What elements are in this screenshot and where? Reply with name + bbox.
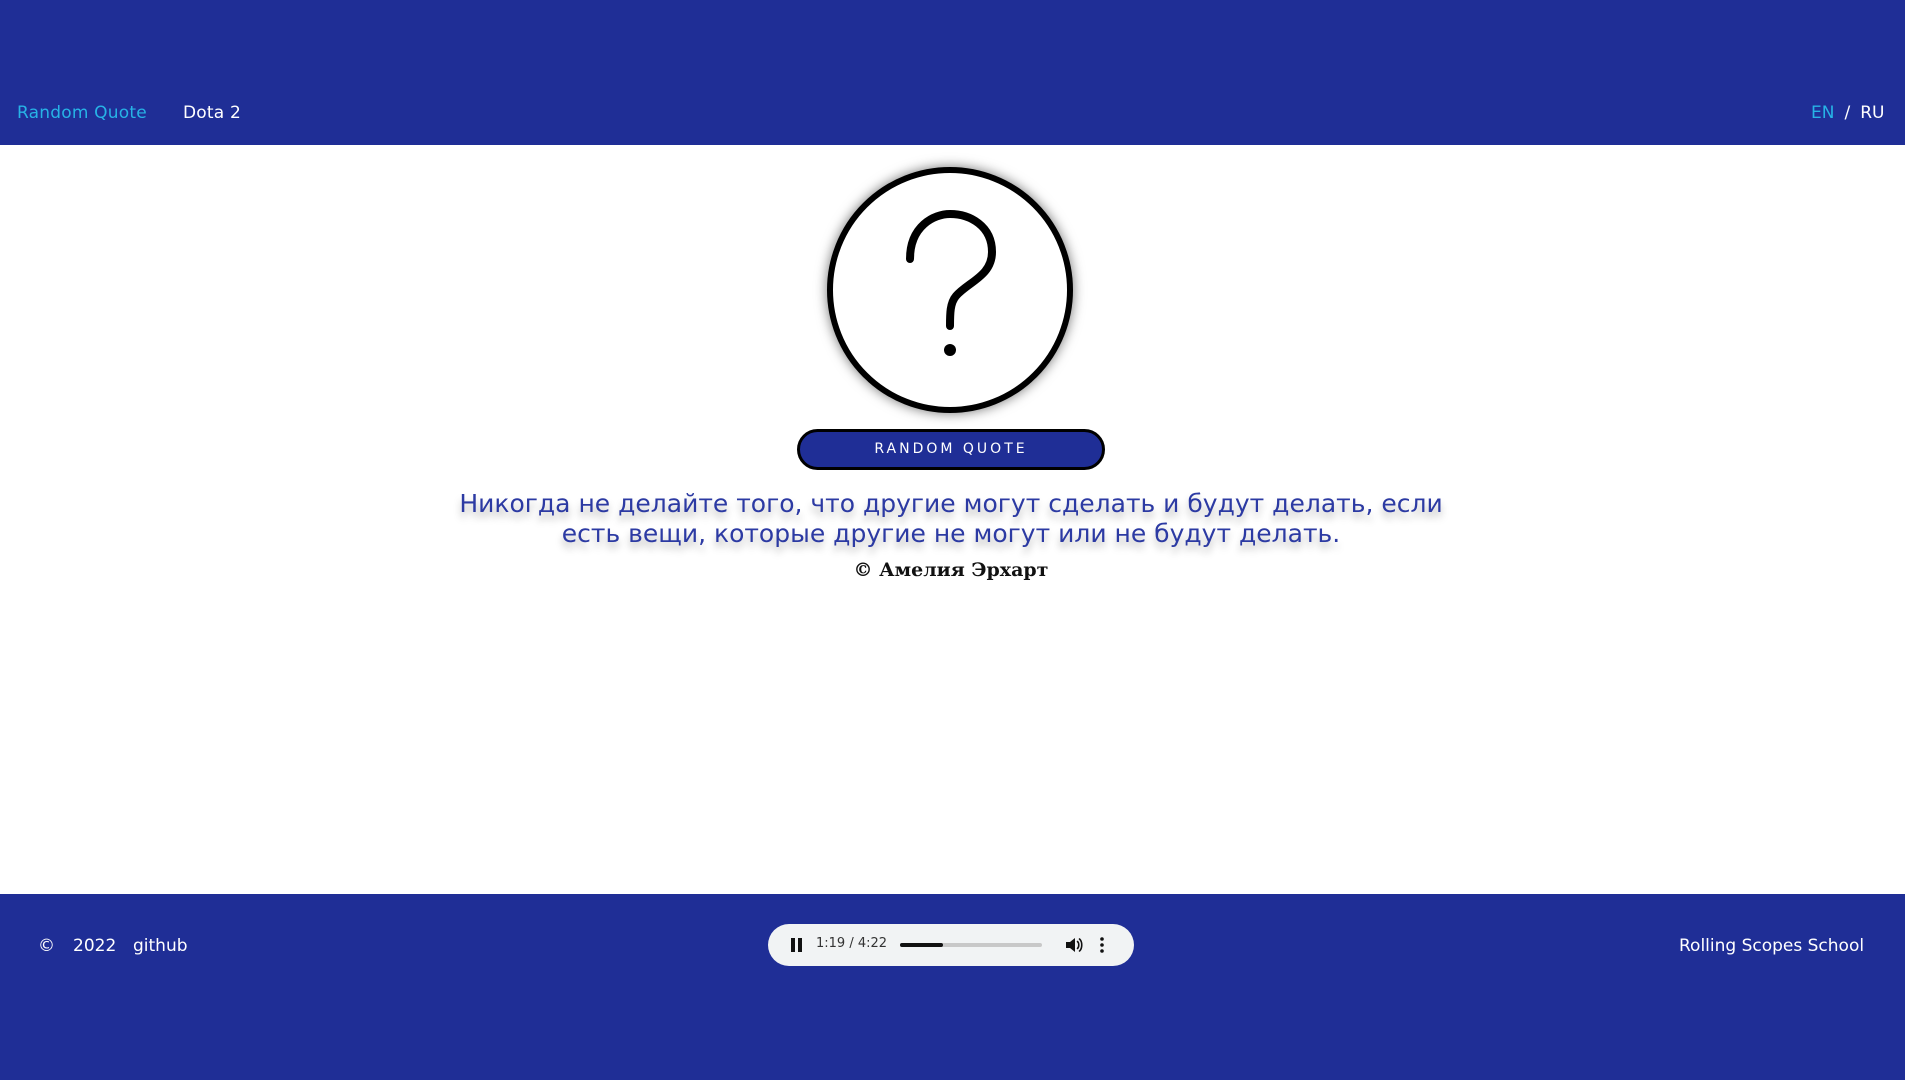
nav-link-dota-2[interactable]: Dota 2 xyxy=(183,103,241,123)
header: Random Quote Dota 2 EN / RU xyxy=(0,0,1905,145)
quote-text: Никогда не делайте того, что другие могу… xyxy=(452,489,1450,549)
copyright-icon: © xyxy=(38,936,55,956)
quote-line-1: Никогда не делайте того, что другие могу… xyxy=(459,489,1443,518)
language-switcher: EN / RU xyxy=(1811,103,1884,123)
quote-author: © Амелия Эрхарт xyxy=(853,559,1049,581)
audio-player: 1:19 / 4:22 xyxy=(768,924,1134,966)
more-options-icon[interactable] xyxy=(1098,936,1106,954)
audio-progress-slider[interactable] xyxy=(900,943,1042,947)
random-quote-button[interactable]: RANDOM QUOTE xyxy=(797,429,1105,470)
audio-time: 1:19 / 4:22 xyxy=(816,936,888,951)
rolling-scopes-school-link[interactable]: Rolling Scopes School xyxy=(1679,936,1864,956)
pause-icon[interactable] xyxy=(790,938,804,952)
nav-link-random-quote[interactable]: Random Quote xyxy=(17,103,147,123)
footer xyxy=(0,894,1905,1080)
audio-progress-fill xyxy=(900,943,943,947)
github-link[interactable]: github xyxy=(133,936,188,956)
question-mark-icon xyxy=(824,164,1076,416)
quote-line-2: есть вещи, которые другие не могут или н… xyxy=(561,519,1341,548)
lang-ru[interactable]: RU xyxy=(1860,103,1884,123)
footer-year: 2022 xyxy=(73,936,117,956)
lang-separator: / xyxy=(1844,103,1851,123)
lang-en[interactable]: EN xyxy=(1811,103,1834,123)
volume-icon[interactable] xyxy=(1064,936,1084,954)
